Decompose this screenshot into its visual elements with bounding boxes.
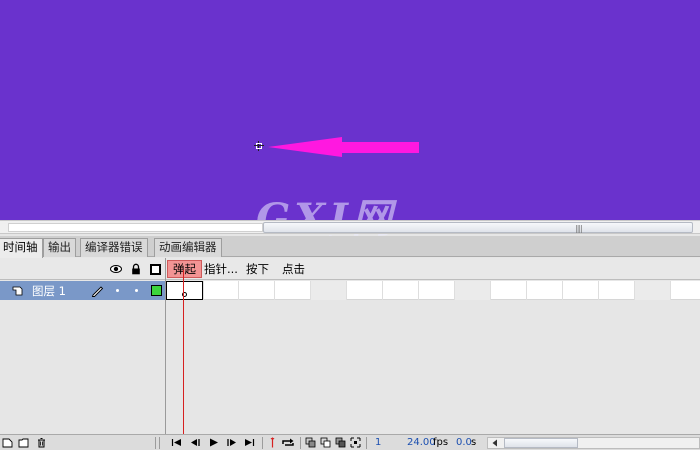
edit-multiple-icon[interactable]: [335, 437, 346, 448]
play-icon[interactable]: [208, 437, 219, 448]
pencil-icon: [91, 286, 104, 297]
frame-rate[interactable]: 24.00: [407, 437, 436, 448]
frame-label-hit[interactable]: 点击: [282, 261, 305, 277]
scrollbar-thumb[interactable]: [504, 438, 578, 448]
scroll-left-icon[interactable]: [491, 439, 499, 447]
new-folder-icon[interactable]: [18, 437, 29, 448]
elapsed-time-unit: s: [471, 437, 477, 448]
center-frame-icon[interactable]: [267, 437, 278, 448]
scrollbar-grip-icon: ||||: [575, 224, 583, 233]
lock-dot[interactable]: [135, 289, 138, 292]
stage-canvas[interactable]: [0, 0, 700, 220]
delete-icon[interactable]: [36, 437, 47, 448]
tab-timeline[interactable]: 时间轴: [0, 238, 43, 258]
last-frame-icon[interactable]: [244, 437, 255, 448]
loop-icon[interactable]: [281, 437, 295, 448]
arrow-shape[interactable]: [262, 132, 422, 162]
frame-label-over[interactable]: 指针...: [204, 261, 238, 277]
frame-label-down[interactable]: 按下: [246, 261, 269, 277]
tab-output[interactable]: 输出: [43, 238, 76, 257]
timeline-empty-area: [0, 301, 700, 434]
onion-markers-icon[interactable]: [350, 437, 361, 448]
eye-icon[interactable]: [110, 263, 122, 275]
layer-row[interactable]: 图层 1: [0, 281, 166, 300]
scrollbar-thumb[interactable]: [263, 222, 693, 233]
layer-icon: [12, 286, 23, 296]
elapsed-time[interactable]: 0.0: [456, 437, 472, 448]
frame-rate-unit: fps: [433, 437, 449, 448]
onion-skin-icon[interactable]: [305, 437, 316, 448]
step-forward-icon[interactable]: [226, 437, 237, 448]
playhead[interactable]: [183, 270, 184, 440]
timeline-header: 弹起 指针... 按下 点击: [0, 258, 700, 280]
frame-label-up[interactable]: 弹起: [167, 260, 202, 278]
outline-icon[interactable]: [150, 264, 161, 275]
step-back-icon[interactable]: [190, 437, 201, 448]
first-frame-icon[interactable]: [171, 437, 182, 448]
panel-tab-bar: 时间轴 输出 编译器错误 动画编辑器: [0, 236, 700, 258]
layer-frame-divider[interactable]: [165, 258, 166, 440]
tab-compiler-errors[interactable]: 编译器错误: [80, 238, 148, 257]
timeline-horizontal-scrollbar[interactable]: [487, 437, 700, 449]
new-layer-icon[interactable]: [2, 437, 13, 448]
layer-name[interactable]: 图层 1: [32, 283, 66, 299]
timeline-bottom-toolbar: 1 24.00 fps 0.0 s: [0, 434, 700, 450]
lock-icon[interactable]: [130, 263, 142, 275]
tab-motion-editor[interactable]: 动画编辑器: [154, 238, 222, 257]
current-frame[interactable]: 1: [375, 437, 381, 448]
stage-horizontal-scrollbar[interactable]: ||||: [0, 220, 700, 234]
frames-row[interactable]: [166, 281, 700, 300]
visibility-dot[interactable]: [116, 289, 119, 292]
frame-cell-selected[interactable]: [166, 281, 203, 300]
layer-outline-color[interactable]: [151, 285, 162, 296]
onion-outline-icon[interactable]: [320, 437, 331, 448]
